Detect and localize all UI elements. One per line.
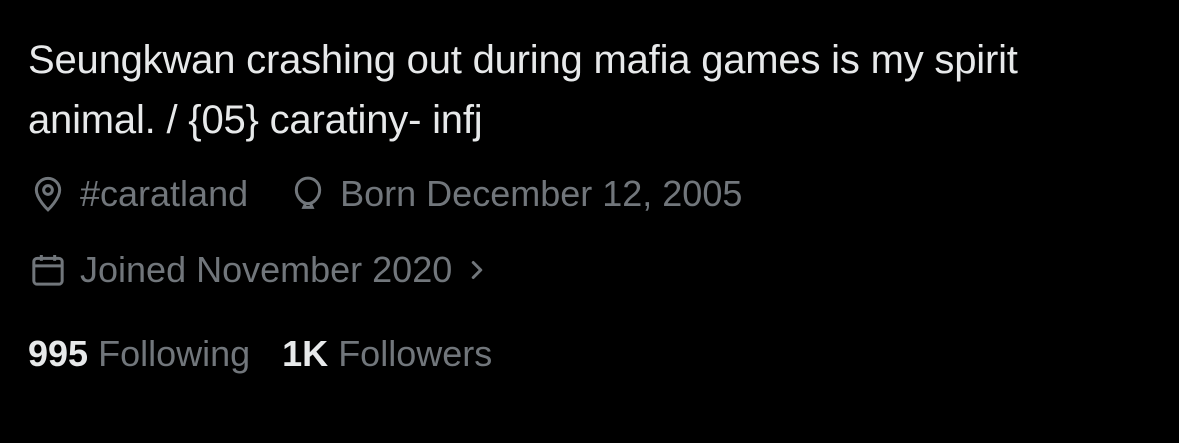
chevron-right-icon[interactable] [464,255,490,285]
following-label: Following [98,333,251,374]
bio-line-1: Seungkwan crashing out during mafia game… [28,38,1018,82]
profile-bio: Seungkwan crashing out during mafia game… [28,30,1158,150]
profile-joined[interactable]: Joined November 2020 [28,248,490,292]
location-pin-icon [28,174,68,214]
profile-stats: 995 Following 1K Followers [28,332,1158,376]
joined-text: Joined November 2020 [80,249,453,290]
location-text: #caratland [80,173,249,214]
profile-meta-row: #caratland Born December 12, 2005 [28,172,1158,216]
followers-label: Followers [338,333,493,374]
profile-header: Seungkwan crashing out during mafia game… [28,30,1158,376]
following-link[interactable]: 995 Following [28,332,250,376]
calendar-icon [28,250,68,290]
profile-joined-row: Joined November 2020 [28,248,1158,292]
balloon-icon [288,174,328,214]
followers-link[interactable]: 1K Followers [282,332,492,376]
following-count: 995 [28,333,89,374]
profile-location[interactable]: #caratland [28,172,248,216]
bio-line-2: animal. / {05} caratiny- infj [28,98,483,142]
followers-count: 1K [282,333,329,374]
birthday-text: Born December 12, 2005 [340,173,743,214]
profile-birthday: Born December 12, 2005 [288,172,742,216]
